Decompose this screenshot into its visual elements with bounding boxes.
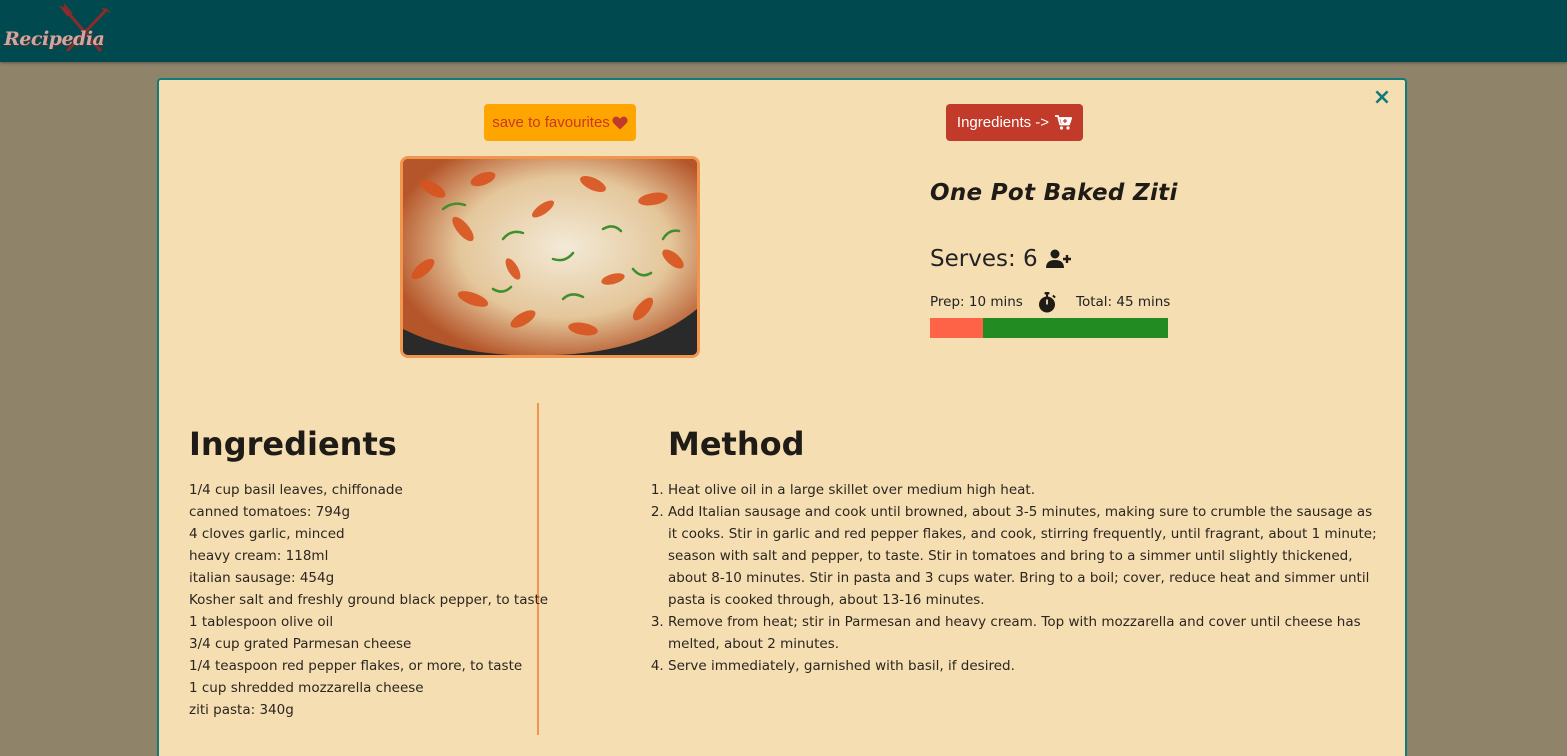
method-step: Heat olive oil in a large skillet over m… bbox=[668, 479, 1380, 501]
ingredient-item: ziti pasta: 340g bbox=[189, 702, 294, 718]
method-step: Remove from heat; stir in Parmesan and h… bbox=[668, 611, 1380, 655]
stopwatch-icon bbox=[1039, 292, 1056, 313]
logo-text: Recipedia bbox=[4, 28, 105, 50]
method-heading: Method bbox=[668, 425, 805, 463]
ingredient-item: heavy cream: 118ml bbox=[189, 548, 329, 564]
baked-ziti-photo bbox=[403, 159, 697, 355]
ingredient-item: 1 tablespoon olive oil bbox=[189, 614, 334, 630]
ingredient-item: 4 cloves garlic, minced bbox=[189, 526, 345, 542]
close-icon[interactable]: × bbox=[1371, 86, 1393, 110]
serves-count: Serves: 6 bbox=[930, 246, 1072, 272]
recipe-image bbox=[400, 156, 700, 358]
method-steps: Heat olive oil in a large skillet over m… bbox=[668, 479, 1380, 677]
ingredient-item: 1 cup shredded mozzarella cheese bbox=[189, 680, 424, 696]
heart-icon bbox=[612, 116, 628, 129]
ingredient-item: 3/4 cup grated Parmesan cheese bbox=[189, 636, 412, 652]
recipedia-logo[interactable]: Recipedia bbox=[2, 4, 112, 54]
user-plus-icon bbox=[1045, 249, 1071, 268]
ingredients-button-label: Ingredients -> bbox=[956, 114, 1050, 131]
time-progress-bar bbox=[930, 318, 1168, 338]
serves-label: Serves: 6 bbox=[930, 246, 1038, 272]
recipe-title: One Pot Baked Ziti bbox=[930, 180, 1178, 206]
prep-time-fill bbox=[930, 318, 983, 338]
save-to-favourites-button[interactable]: save to favourites bbox=[484, 104, 636, 141]
total-time: Total: 45 mins bbox=[1076, 294, 1171, 310]
ingredient-item: italian sausage: 454g bbox=[189, 570, 335, 586]
ingredient-item: 1/4 cup basil leaves, chiffonade bbox=[189, 482, 403, 498]
ingredient-item: Kosher salt and freshly ground black pep… bbox=[189, 592, 549, 608]
save-to-favourites-label: save to favourites bbox=[492, 114, 610, 131]
ingredient-item: canned tomatoes: 794g bbox=[189, 504, 351, 520]
ingredient-item: 1/4 teaspoon red pepper flakes, or more,… bbox=[189, 658, 523, 674]
cart-icon bbox=[1055, 115, 1073, 130]
recipe-modal: × save to favourites Ingredients -> One … bbox=[157, 78, 1407, 756]
ingredients-shopping-button[interactable]: Ingredients -> bbox=[946, 104, 1083, 141]
prep-time: Prep: 10 mins bbox=[930, 294, 1023, 310]
ingredients-list: 1/4 cup basil leaves, chiffonade canned t… bbox=[189, 479, 549, 721]
method-step: Add Italian sausage and cook until brown… bbox=[668, 501, 1380, 611]
top-navbar: Recipedia bbox=[0, 0, 1567, 62]
method-step: Serve immediately, garnished with basil,… bbox=[668, 655, 1380, 677]
ingredients-heading: Ingredients bbox=[189, 425, 397, 463]
